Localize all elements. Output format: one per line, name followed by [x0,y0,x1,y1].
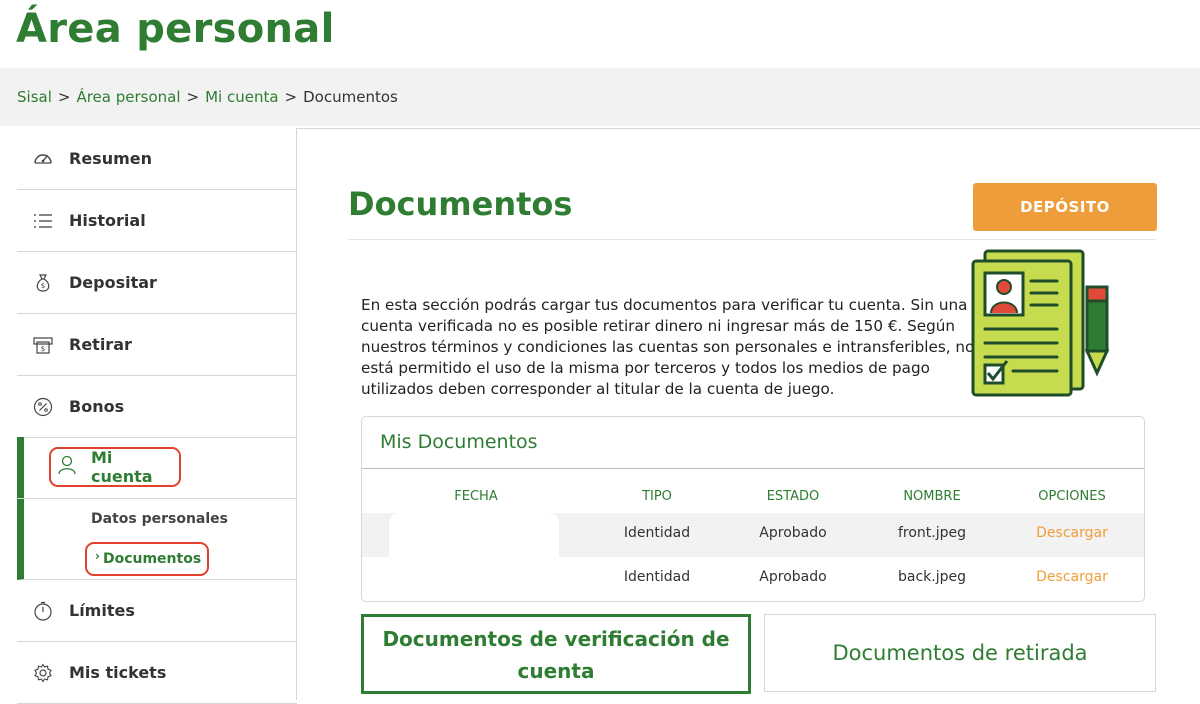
svg-text:$: $ [41,345,45,353]
file-name-cell: back.jpeg [898,569,966,585]
date-cell [389,513,559,557]
chevron-right-icon: › [95,549,100,563]
sidebar-subitem-documentos[interactable]: › Documentos [85,542,209,576]
sidebar-item-mi-cuenta[interactable]: Mi cuenta [49,447,181,487]
svg-text:$: $ [41,282,45,290]
list-icon [33,211,53,231]
deposit-button[interactable]: DEPÓSITO [973,183,1157,231]
divider [362,468,1144,469]
breadcrumb-link-area-personal[interactable]: Área personal [76,88,180,106]
money-bag-icon: $ [33,273,53,293]
sidebar-active-section: Mi cuenta Datos personales › Documentos [17,437,297,580]
document-illustration-icon [969,247,1117,403]
speedometer-icon [33,149,53,169]
sidebar-item-label: Límites [69,601,135,620]
type-cell: Identidad [623,525,691,541]
type-cell: Identidad [623,569,691,585]
stopwatch-icon [33,601,53,621]
sidebar-item-limites[interactable]: Límites [17,580,297,642]
file-name-cell: front.jpeg [897,525,967,541]
sidebar-item-label: Retirar [69,335,132,354]
divider [17,498,297,499]
sidebar-item-label: Historial [69,211,146,230]
breadcrumb-link-sisal[interactable]: Sisal [17,88,52,106]
sidebar-item-historial[interactable]: Historial [17,190,297,252]
sidebar-item-retirar[interactable]: $ Retirar [17,314,297,376]
status-cell: Aprobado [759,525,827,541]
breadcrumb-link-mi-cuenta[interactable]: Mi cuenta [205,88,278,106]
breadcrumb-separator: > [284,88,298,106]
breadcrumb-separator: > [57,88,71,106]
download-link[interactable]: Descargar [1012,525,1132,541]
sidebar: Resumen Historial $ Depositar $ Retirar … [17,128,297,704]
page-title: Área personal [16,6,335,52]
percent-icon [33,397,53,417]
withdrawal-documents-button[interactable]: Documentos de retirada [764,614,1156,692]
verification-documents-button[interactable]: Documentos de verificación de cuenta [361,614,751,694]
column-header-tipo: TIPO [642,489,672,504]
sidebar-item-label: Bonos [69,397,125,416]
sidebar-item-bonos[interactable]: Bonos [17,376,297,438]
table-row: Identidad Aprobado back.jpeg Descargar [362,557,1144,601]
sidebar-item-label: Resumen [69,149,152,168]
section-title: Documentos [348,185,573,223]
column-header-nombre: NOMBRE [903,489,961,504]
intro-text: En esta sección podrás cargar tus docume… [361,296,975,398]
sidebar-item-label: Mis tickets [69,663,167,682]
divider [348,239,1156,240]
my-documents-panel: Mis Documentos FECHA TIPO ESTADO NOMBRE … [361,416,1145,602]
column-header-estado: ESTADO [766,489,820,504]
column-header-opciones: OPCIONES [1038,489,1106,504]
sidebar-item-label: Mi cuenta [91,448,153,486]
panel-title: Mis Documentos [380,431,538,453]
breadcrumb-current: Documentos [303,88,398,106]
sidebar-item-depositar[interactable]: $ Depositar [17,252,297,314]
user-icon [57,455,77,479]
sidebar-item-resumen[interactable]: Resumen [17,128,297,190]
atm-icon: $ [33,335,53,355]
sidebar-subitem-label: Documentos [102,551,202,567]
main-content: Documentos DEPÓSITO En esta sección podr… [297,128,1200,700]
status-cell: Aprobado [759,569,827,585]
download-link[interactable]: Descargar [1012,569,1132,585]
table-row: Identidad Aprobado front.jpeg Descargar [362,513,1144,557]
column-header-fecha: FECHA [454,489,498,504]
breadcrumb-separator: > [186,88,200,106]
sidebar-subitem-datos-personales[interactable]: Datos personales [91,511,228,527]
gear-icon [33,662,53,683]
sidebar-item-mis-tickets[interactable]: Mis tickets [17,642,297,704]
breadcrumb: Sisal > Área personal > Mi cuenta > Docu… [0,68,1200,126]
sidebar-item-label: Depositar [69,273,157,292]
